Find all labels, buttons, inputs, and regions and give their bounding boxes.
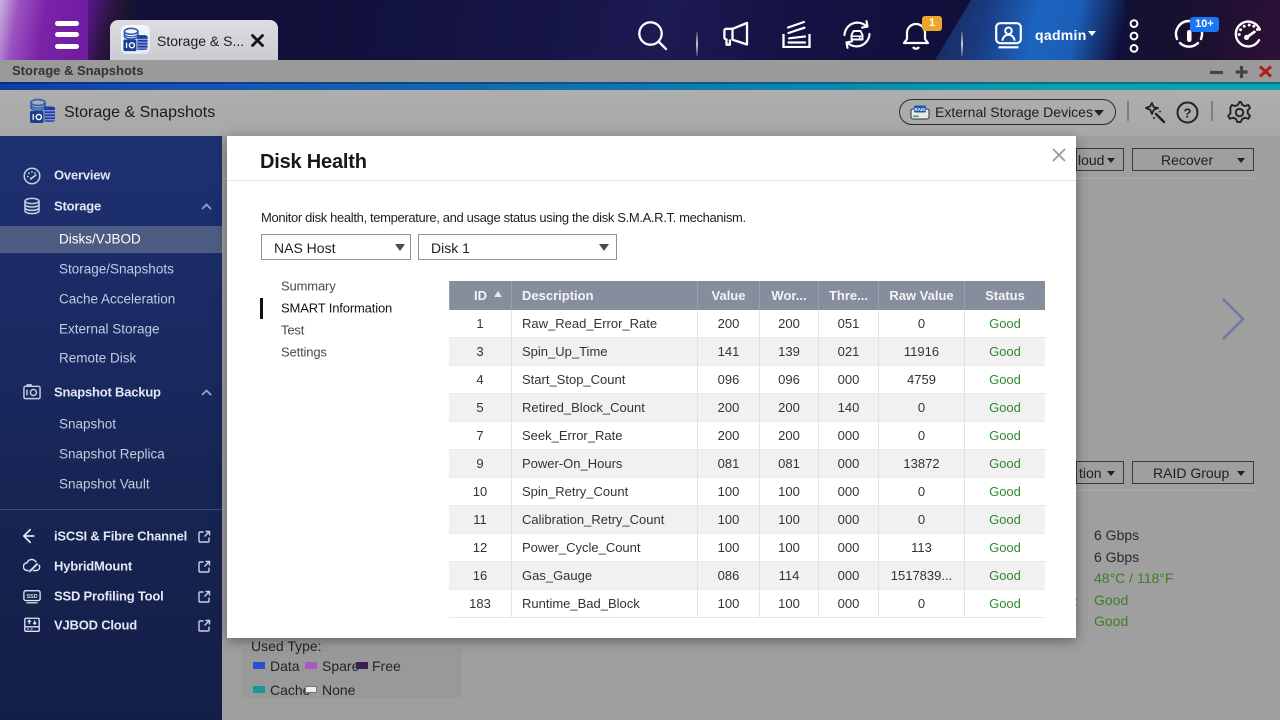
svg-text:?: ? <box>1184 106 1192 121</box>
svg-text:SSD: SSD <box>26 594 37 600</box>
svg-text:RAID: RAID <box>915 107 927 112</box>
